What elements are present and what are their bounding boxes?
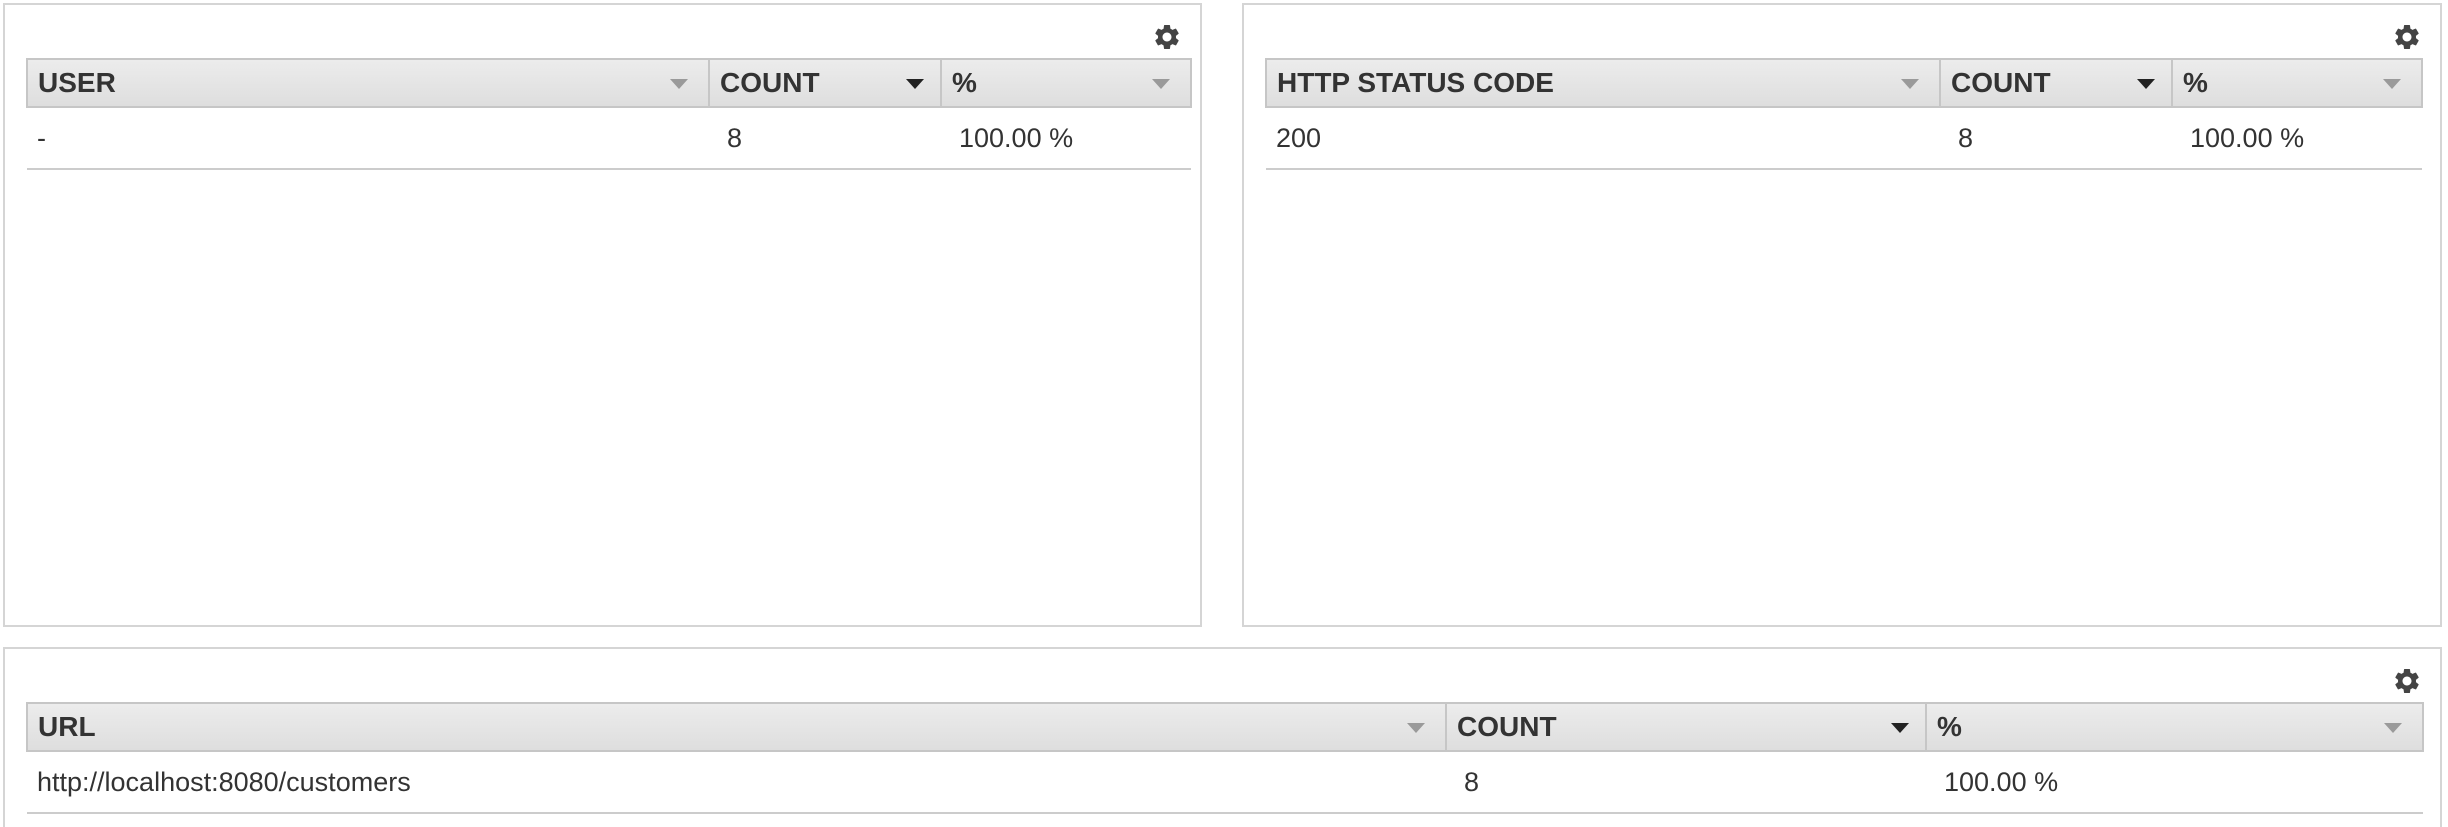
column-header-label: HTTP STATUS CODE: [1277, 67, 1554, 98]
gear-icon[interactable]: [2392, 666, 2422, 696]
url-table: URL COUNT % http://localhost:8080/custom…: [26, 702, 2424, 814]
column-header-label: COUNT: [1457, 711, 1557, 742]
status-code-cell: 200: [1266, 107, 1940, 170]
user-cell: -: [27, 107, 709, 170]
user-stats-panel: USER COUNT % - 8 100.00 %: [3, 3, 1202, 627]
table-header-row: URL COUNT %: [26, 702, 2424, 752]
column-header-percent[interactable]: %: [1925, 702, 2424, 752]
caret-down-icon: [1152, 79, 1170, 89]
column-header-url[interactable]: URL: [26, 702, 1447, 752]
caret-down-icon: [906, 79, 924, 89]
column-header-user[interactable]: USER: [26, 58, 710, 108]
caret-down-icon: [2137, 79, 2155, 89]
column-header-label: USER: [38, 67, 116, 98]
table-row[interactable]: 200 8 100.00 %: [1266, 107, 2422, 170]
gear-icon[interactable]: [2392, 22, 2422, 52]
caret-down-icon: [1407, 723, 1425, 733]
column-header-label: %: [952, 67, 977, 98]
column-header-count[interactable]: COUNT: [1445, 702, 1927, 752]
column-header-count[interactable]: COUNT: [1939, 58, 2173, 108]
column-header-label: COUNT: [1951, 67, 2051, 98]
table-header-row: HTTP STATUS CODE COUNT %: [1265, 58, 2423, 108]
count-cell: 8: [1446, 751, 1926, 814]
caret-down-icon: [670, 79, 688, 89]
column-header-label: %: [2183, 67, 2208, 98]
table-row[interactable]: - 8 100.00 %: [27, 107, 1191, 170]
percent-cell: 100.00 %: [1926, 751, 2423, 814]
gear-icon[interactable]: [1152, 22, 1182, 52]
caret-down-icon: [2383, 79, 2401, 89]
caret-down-icon: [2384, 723, 2402, 733]
column-header-http-status-code[interactable]: HTTP STATUS CODE: [1265, 58, 1941, 108]
percent-cell: 100.00 %: [941, 107, 1191, 170]
table-header-row: USER COUNT %: [26, 58, 1192, 108]
status-code-stats-panel: HTTP STATUS CODE COUNT % 200 8 100.00 %: [1242, 3, 2442, 627]
column-header-label: COUNT: [720, 67, 820, 98]
column-header-percent[interactable]: %: [2171, 58, 2423, 108]
url-cell: http://localhost:8080/customers: [27, 751, 1446, 814]
user-table: USER COUNT % - 8 100.00 %: [26, 58, 1192, 170]
table-row[interactable]: http://localhost:8080/customers 8 100.00…: [27, 751, 2423, 814]
column-header-label: %: [1937, 711, 1962, 742]
status-code-table: HTTP STATUS CODE COUNT % 200 8 100.00 %: [1265, 58, 2423, 170]
count-cell: 8: [1940, 107, 2172, 170]
caret-down-icon: [1901, 79, 1919, 89]
percent-cell: 100.00 %: [2172, 107, 2422, 170]
url-stats-panel: URL COUNT % http://localhost:8080/custom…: [3, 647, 2442, 827]
column-header-label: URL: [38, 711, 96, 742]
column-header-percent[interactable]: %: [940, 58, 1192, 108]
column-header-count[interactable]: COUNT: [708, 58, 942, 108]
caret-down-icon: [1891, 723, 1909, 733]
count-cell: 8: [709, 107, 941, 170]
